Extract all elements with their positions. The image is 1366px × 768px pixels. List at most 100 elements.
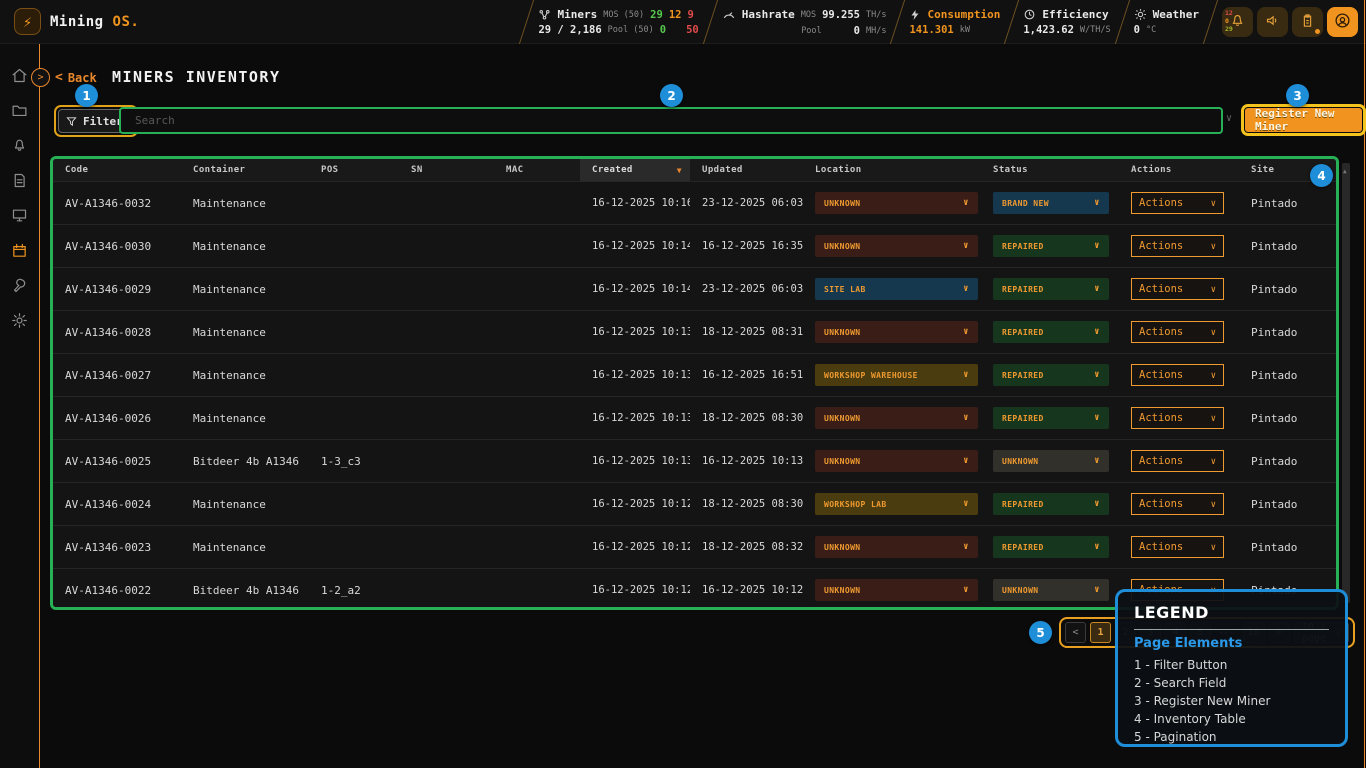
hashrate-pool-label: Pool bbox=[801, 26, 821, 36]
cell-updated: 23-12-2025 06:03 bbox=[690, 283, 803, 295]
table-scrollbar[interactable] bbox=[1342, 163, 1350, 603]
announcements-button[interactable] bbox=[1257, 7, 1288, 37]
consumption-label: Consumption bbox=[927, 8, 1000, 21]
speaker-icon bbox=[1265, 13, 1280, 32]
cell-location: SITE LAB bbox=[803, 278, 981, 300]
notifications-button[interactable]: 12 0 29 bbox=[1222, 7, 1253, 37]
cell-container: Maintenance bbox=[181, 412, 309, 425]
tasks-button[interactable] bbox=[1292, 7, 1323, 37]
gear-icon[interactable] bbox=[7, 307, 33, 333]
actions-dropdown[interactable]: Actions bbox=[1131, 364, 1224, 386]
weather-unit: °C bbox=[1146, 25, 1156, 35]
actions-dropdown[interactable]: Actions bbox=[1131, 278, 1224, 300]
actions-dropdown[interactable]: Actions bbox=[1131, 321, 1224, 343]
funnel-icon bbox=[66, 116, 77, 127]
cell-code: AV-A1346-0022 bbox=[53, 584, 181, 597]
location-select[interactable]: UNKNOWN bbox=[815, 450, 978, 472]
tools-icon[interactable] bbox=[7, 272, 33, 298]
calendar-icon[interactable] bbox=[7, 237, 33, 263]
status-select[interactable]: REPAIRED bbox=[993, 536, 1109, 558]
location-select[interactable]: SITE LAB bbox=[815, 278, 978, 300]
search-input[interactable] bbox=[121, 109, 1221, 132]
legend-panel: LEGEND Page Elements 1 - Filter Button2 … bbox=[1115, 589, 1348, 747]
actions-dropdown[interactable]: Actions bbox=[1131, 235, 1224, 257]
chevron-down-icon bbox=[1094, 370, 1100, 380]
cell-location: UNKNOWN bbox=[803, 192, 981, 214]
hashrate-pool-unit: MH/s bbox=[866, 26, 886, 36]
mining-os-app: ⚡ Mining OS. Miners MOS (50) 29 12 9 29 … bbox=[0, 0, 1366, 768]
actions-dropdown[interactable]: Actions bbox=[1131, 450, 1224, 472]
cell-container: Maintenance bbox=[181, 541, 309, 554]
column-header[interactable]: Container bbox=[181, 165, 309, 175]
home-icon[interactable] bbox=[7, 62, 33, 88]
stat-consumption: Consumption 141.301 kW bbox=[907, 0, 1002, 44]
status-select[interactable]: REPAIRED bbox=[993, 235, 1109, 257]
location-select[interactable]: UNKNOWN bbox=[815, 407, 978, 429]
cell-updated: 18-12-2025 08:30 bbox=[690, 412, 803, 424]
legend-item: 2 - Search Field bbox=[1134, 674, 1329, 692]
column-header-sorted[interactable]: Created▼ bbox=[580, 159, 690, 181]
status-select[interactable]: REPAIRED bbox=[993, 364, 1109, 386]
status-select[interactable]: REPAIRED bbox=[993, 321, 1109, 343]
stat-miners: Miners MOS (50) 29 12 9 29 / 2,186 Pool … bbox=[536, 0, 700, 44]
column-header[interactable]: MAC bbox=[494, 165, 580, 175]
location-select[interactable]: WORKSHOP LAB bbox=[815, 493, 978, 515]
column-header[interactable]: Status bbox=[981, 165, 1119, 175]
column-header[interactable]: Actions bbox=[1119, 165, 1239, 175]
location-select[interactable]: UNKNOWN bbox=[815, 579, 978, 601]
cell-site: Pintado bbox=[1239, 455, 1336, 468]
chevron-down-icon bbox=[1094, 456, 1100, 466]
status-select[interactable]: REPAIRED bbox=[993, 278, 1109, 300]
column-header[interactable]: Updated bbox=[690, 165, 803, 175]
cell-updated: 16-12-2025 10:12 bbox=[690, 584, 803, 596]
column-header[interactable]: POS bbox=[309, 165, 399, 175]
column-header[interactable]: Code bbox=[53, 165, 181, 175]
cell-created: 16-12-2025 10:13 bbox=[580, 412, 690, 424]
location-select[interactable]: UNKNOWN bbox=[815, 536, 978, 558]
chevron-down-icon bbox=[1094, 542, 1100, 552]
annotation-marker-1: 1 bbox=[75, 84, 98, 107]
actions-dropdown[interactable]: Actions bbox=[1131, 493, 1224, 515]
cell-code: AV-A1346-0032 bbox=[53, 197, 181, 210]
cell-code: AV-A1346-0028 bbox=[53, 326, 181, 339]
status-select[interactable]: UNKNOWN bbox=[993, 579, 1109, 601]
back-button[interactable]: Back bbox=[55, 70, 97, 85]
hashrate-label: Hashrate bbox=[742, 8, 795, 21]
sort-desc-icon: ▼ bbox=[677, 166, 682, 175]
column-header[interactable]: Location bbox=[803, 165, 981, 175]
miners-pool-red: 50 bbox=[686, 24, 699, 36]
actions-dropdown[interactable]: Actions bbox=[1131, 192, 1224, 214]
sidebar-expand-button[interactable]: > bbox=[31, 68, 50, 87]
scroll-up-icon[interactable]: ▲ bbox=[1343, 168, 1347, 175]
page-button[interactable]: 1 bbox=[1090, 622, 1111, 643]
annotation-marker-3: 3 bbox=[1286, 84, 1309, 107]
status-select[interactable]: UNKNOWN bbox=[993, 450, 1109, 472]
status-select[interactable]: REPAIRED bbox=[993, 407, 1109, 429]
column-header[interactable]: SN bbox=[399, 165, 494, 175]
location-select[interactable]: WORKSHOP WAREHOUSE bbox=[815, 364, 978, 386]
bell-icon[interactable] bbox=[7, 132, 33, 158]
chevron-down-icon bbox=[1094, 241, 1100, 251]
miners-mos-green: 29 bbox=[650, 9, 663, 21]
inventory-table: CodeContainerPOSSNMACCreated▼UpdatedLoca… bbox=[50, 156, 1339, 610]
chevron-down-icon bbox=[1211, 283, 1216, 295]
status-select[interactable]: BRAND NEW bbox=[993, 192, 1109, 214]
actions-dropdown[interactable]: Actions bbox=[1131, 407, 1224, 429]
search-expand-icon[interactable]: ∨ bbox=[1226, 113, 1232, 124]
chevron-down-icon bbox=[1094, 585, 1100, 595]
cell-updated: 16-12-2025 16:35 bbox=[690, 240, 803, 252]
location-select[interactable]: UNKNOWN bbox=[815, 321, 978, 343]
actions-dropdown[interactable]: Actions bbox=[1131, 536, 1224, 558]
register-new-miner-button[interactable]: Register New Miner bbox=[1245, 108, 1362, 132]
status-select[interactable]: REPAIRED bbox=[993, 493, 1109, 515]
brand-logo[interactable]: ⚡ Mining OS. bbox=[14, 8, 139, 35]
folder-icon[interactable] bbox=[7, 97, 33, 123]
location-select[interactable]: UNKNOWN bbox=[815, 235, 978, 257]
chevron-down-icon bbox=[963, 585, 969, 595]
file-icon[interactable] bbox=[7, 167, 33, 193]
prev-page-button[interactable]: < bbox=[1065, 622, 1086, 643]
profile-button[interactable] bbox=[1327, 7, 1358, 37]
cell-created: 16-12-2025 10:13 bbox=[580, 455, 690, 467]
display-icon[interactable] bbox=[7, 202, 33, 228]
location-select[interactable]: UNKNOWN bbox=[815, 192, 978, 214]
